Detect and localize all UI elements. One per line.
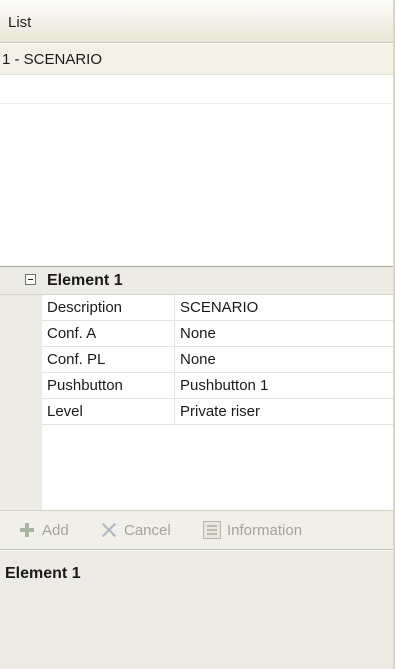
toolbar: Add Cancel Information [0,510,395,550]
close-icon [100,521,118,539]
list-item-label: 1 - SCENARIO [2,51,103,68]
property-name: Description [47,299,123,316]
list-empty-row [0,75,395,104]
property-row-pushbutton[interactable]: Pushbutton Pushbutton 1 [42,373,395,399]
list-header: List [0,0,395,43]
information-button[interactable]: Information [203,521,302,539]
scenario-list[interactable]: 1 - SCENARIO [0,44,395,265]
property-value[interactable]: Private riser [180,403,260,420]
property-name: Conf. A [47,325,97,342]
add-button[interactable]: Add [18,521,69,539]
property-name: Pushbutton [47,377,123,394]
property-row-description[interactable]: Description SCENARIO [42,295,395,321]
description-panel: Element 1 [0,551,395,669]
property-name: Conf. PL [47,351,106,368]
plus-icon [18,521,36,539]
property-value[interactable]: None [180,351,216,368]
property-row-conf-a[interactable]: Conf. A None [42,321,395,347]
collapse-minus-icon[interactable] [25,274,36,285]
cancel-button-label: Cancel [124,521,171,539]
grid-gutter [0,267,42,510]
cancel-button[interactable]: Cancel [100,521,171,539]
add-button-label: Add [42,521,69,539]
property-value[interactable]: None [180,325,216,342]
list-item[interactable]: 1 - SCENARIO [0,44,395,75]
property-grid[interactable]: Element 1 Description SCENARIO Conf. A N… [0,266,395,510]
property-value[interactable]: SCENARIO [180,299,258,316]
property-row-level[interactable]: Level Private riser [42,399,395,425]
description-title: Element 1 [5,565,81,582]
category-row[interactable]: Element 1 [0,267,395,295]
information-button-label: Information [227,521,303,539]
property-name: Level [47,403,83,420]
category-label: Element 1 [47,272,123,289]
property-value[interactable]: Pushbutton 1 [180,377,268,394]
information-icon [203,521,221,539]
property-row-conf-pl[interactable]: Conf. PL None [42,347,395,373]
